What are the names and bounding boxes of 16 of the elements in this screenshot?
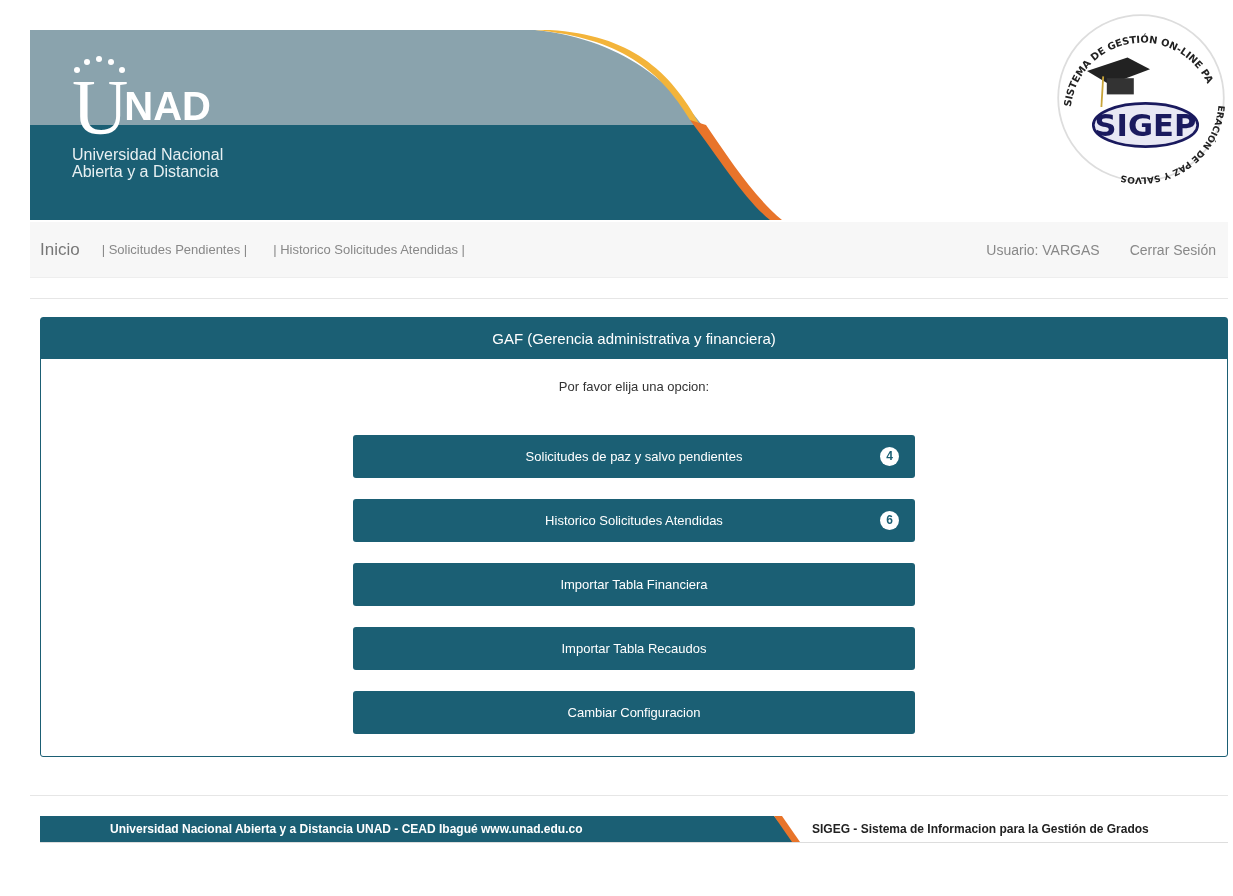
- option-button[interactable]: Importar Tabla Financiera: [353, 563, 915, 606]
- option-button[interactable]: Solicitudes de paz y salvo pendientes 4: [353, 435, 915, 478]
- option-button[interactable]: Importar Tabla Recaudos: [353, 627, 915, 670]
- footer-text: SIGEG - Sistema de Informacion para la Gestión de Grados: [812, 822, 1149, 836]
- prompt-text: Por favor elija una opcion:: [557, 379, 711, 394]
- footer-text: Universidad Nacional Abierta y a Distancia UNAD - CEAD Ibagué www.unad.edu.co: [110, 822, 583, 836]
- count-badge: 4: [880, 447, 899, 466]
- user-label: Usuario: VARGAS: [986, 241, 1100, 258]
- logo-letters: NAD: [124, 86, 211, 126]
- logo-subtitle: Abierta y a Distancia: [72, 163, 220, 180]
- home-link[interactable]: Inicio: [40, 239, 80, 260]
- logo-subtitle: Universidad Nacional: [72, 146, 224, 163]
- panel-title: GAF (Gerencia administrativa y financiera): [41, 318, 1227, 359]
- count-badge: 6: [880, 511, 899, 530]
- option-button[interactable]: Cambiar Configuracion: [353, 691, 915, 734]
- option-button[interactable]: Historico Solicitudes Atendidas 6: [353, 499, 915, 542]
